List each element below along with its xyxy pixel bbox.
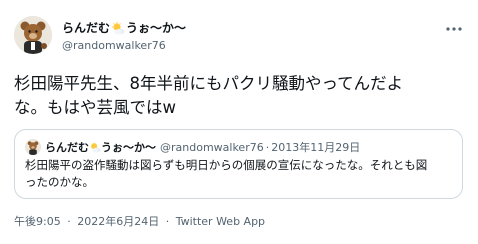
tweet-text-line: 杉田陽平先生、8年半前にもパクリ騒動やってんだよ: [14, 74, 404, 93]
display-name-suffix: うぉ〜か〜: [126, 21, 187, 35]
sun-behind-cloud-icon: [91, 142, 101, 152]
quoted-handle: @randomwalker76: [160, 140, 264, 154]
handle[interactable]: @randomwalker76: [62, 38, 186, 53]
display-name-text: らんだむ: [62, 21, 111, 35]
quoted-tweet-header: らんだむ うぉ〜か〜 @randomwalker76 · 2013年11月29日: [25, 139, 360, 155]
avatar-bear-icon: [25, 139, 41, 155]
meta-separator: ·: [165, 215, 170, 228]
quoted-text-line: 杉田陽平の盗作騒動は図らずも明日からの個展の宣伝になったな。それとも図: [25, 158, 428, 172]
quoted-tweet-text: 杉田陽平の盗作騒動は図らずも明日からの個展の宣伝になったな。それとも図 ったのか…: [25, 157, 453, 191]
tweet-source[interactable]: Twitter Web App: [176, 215, 265, 228]
tweet-time[interactable]: 午後9:05: [14, 215, 61, 228]
tweet-meta: 午後9:05 · 2022年6月24日 · Twitter Web App: [14, 214, 265, 229]
quoted-display-name-text: らんだむ: [45, 140, 89, 154]
tweet-text: 杉田陽平先生、8年半前にもパクリ騒動やってんだよ な。もはや芸風ではw: [14, 72, 464, 120]
tweet-date[interactable]: 2022年6月24日: [77, 215, 159, 228]
quoted-separator: ·: [265, 140, 270, 154]
meta-separator: ·: [67, 215, 71, 228]
avatar-bear-icon: [14, 16, 52, 54]
quoted-display-name-suffix: うぉ〜か〜: [101, 140, 156, 154]
tweet: らんだむ うぉ〜か〜 @randomwalker76 杉田陽平先生、8年半前にも…: [0, 0, 478, 244]
more-options-icon[interactable]: [444, 22, 464, 36]
sun-behind-cloud-icon: [112, 22, 125, 35]
tweet-text-line: な。もはや芸風ではw: [14, 98, 176, 117]
quoted-avatar: [25, 139, 41, 155]
quoted-tweet[interactable]: らんだむ うぉ〜か〜 @randomwalker76 · 2013年11月29日…: [14, 129, 463, 199]
tweet-header: らんだむ うぉ〜か〜 @randomwalker76: [62, 21, 186, 53]
display-name[interactable]: らんだむ うぉ〜か〜: [62, 21, 186, 36]
quoted-display-name: らんだむ うぉ〜か〜: [45, 140, 156, 155]
avatar[interactable]: [14, 16, 52, 54]
quoted-text-line: ったのかな。: [25, 175, 94, 189]
quoted-date[interactable]: 2013年11月29日: [271, 140, 360, 155]
